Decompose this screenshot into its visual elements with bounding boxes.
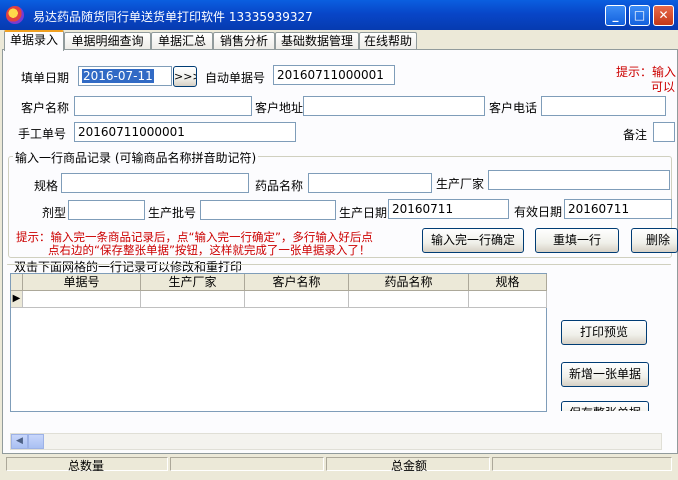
save-document-button-clip: 保存整张单据 [561,401,651,411]
document-grid[interactable]: 单据号 生产厂家 客户名称 药品名称 规格 ▶ [10,273,547,412]
grid-col-manufacturer[interactable]: 生产厂家 [141,274,245,291]
grid-col-doc-number[interactable]: 单据号 [23,274,141,291]
scroll-left-arrow-icon[interactable]: ◀ [11,434,28,449]
tab-base-data[interactable]: 基础数据管理 [275,32,359,50]
confirm-row-button[interactable]: 输入完一行确定 [422,228,524,253]
tab-document-entry[interactable]: 单据录入 [4,30,64,51]
customer-phone-label: 客户电话 [489,101,538,115]
new-document-button[interactable]: 新增一张单据 [561,362,649,387]
window-title: 易达药品随货同行单送货单打印软件 13335939327 [33,10,313,24]
manufacturer-input[interactable] [488,170,670,190]
tab-sales-analysis[interactable]: 销售分析 [213,32,275,50]
grid-cell[interactable] [141,291,245,308]
horizontal-scrollbar[interactable]: ◀ [10,433,662,450]
drug-name-label: 药品名称 [255,179,304,193]
grid-col-customer-name[interactable]: 客户名称 [245,274,349,291]
customer-address-input[interactable] [303,96,485,116]
expiry-date-label: 有效日期 [514,205,563,219]
status-panel-blank [170,457,324,471]
customer-phone-input[interactable] [541,96,666,116]
tab-online-help[interactable]: 在线帮助 [359,32,417,50]
hint-right-line2: 可以 [651,80,676,94]
batch-number-input[interactable] [200,200,336,220]
grid-section-divider [7,264,671,265]
fill-date-input[interactable]: 2016-07-11 [78,66,172,86]
remark-input[interactable] [653,122,675,142]
minimize-button[interactable]: _ [605,5,626,26]
production-date-label: 生产日期 [339,206,388,220]
dosage-form-input[interactable] [68,200,145,220]
refill-row-button[interactable]: 重填一行 [535,228,619,253]
auto-doc-number-field[interactable]: 20160711000001 [273,65,395,85]
auto-doc-number-label: 自动单据号 [205,71,266,85]
app-logo-icon [6,6,24,24]
grid-cell[interactable] [245,291,349,308]
production-date-input[interactable]: 20160711 [388,199,509,219]
grid-col-drug-name[interactable]: 药品名称 [349,274,469,291]
customer-name-input[interactable] [74,96,252,116]
scroll-thumb[interactable] [28,434,44,449]
manual-doc-number-label: 手工单号 [18,127,67,141]
close-button[interactable]: ✕ [653,5,674,26]
status-bar: 总数量 总金额 [0,455,678,480]
print-preview-button[interactable]: 打印预览 [561,320,647,345]
grid-col-spec[interactable]: 规格 [469,274,547,291]
spec-label: 规格 [34,179,59,193]
grid-cell[interactable] [23,291,141,308]
customer-name-label: 客户名称 [21,101,70,115]
total-quantity-label: 总数量 [68,459,105,473]
grid-cell[interactable] [349,291,469,308]
grid-cell[interactable] [469,291,547,308]
manual-doc-number-input[interactable]: 20160711000001 [74,122,296,142]
tab-summary[interactable]: 单据汇总 [151,32,213,50]
item-entry-group-title: 输入一行商品记录 (可输商品名称拼音助记符) [13,149,259,166]
total-amount-label: 总金额 [391,459,428,473]
tab-detail-query[interactable]: 单据明细查询 [64,32,151,50]
customer-address-label: 客户地址 [255,101,304,115]
maximize-button[interactable]: □ [629,5,650,26]
delete-button[interactable]: 删除 [631,228,678,253]
remark-label: 备注 [623,128,648,142]
date-picker-button[interactable]: >>> [173,66,197,87]
batch-number-label: 生产批号 [148,206,197,220]
status-panel-extra [492,457,672,471]
manufacturer-label: 生产厂家 [436,177,485,191]
dosage-form-label: 剂型 [42,206,67,220]
entry-hint-line2: 点右边的“保存整张单据”按钮，这样就完成了一张单据录入了！ [48,243,371,257]
drug-name-input[interactable] [308,173,432,193]
grid-corner [11,274,23,291]
fill-date-label: 填单日期 [21,71,70,85]
expiry-date-input[interactable]: 20160711 [564,199,672,219]
row-indicator-icon: ▶ [11,291,23,308]
save-document-button[interactable]: 保存整张单据 [561,401,649,411]
spec-input[interactable] [61,173,249,193]
